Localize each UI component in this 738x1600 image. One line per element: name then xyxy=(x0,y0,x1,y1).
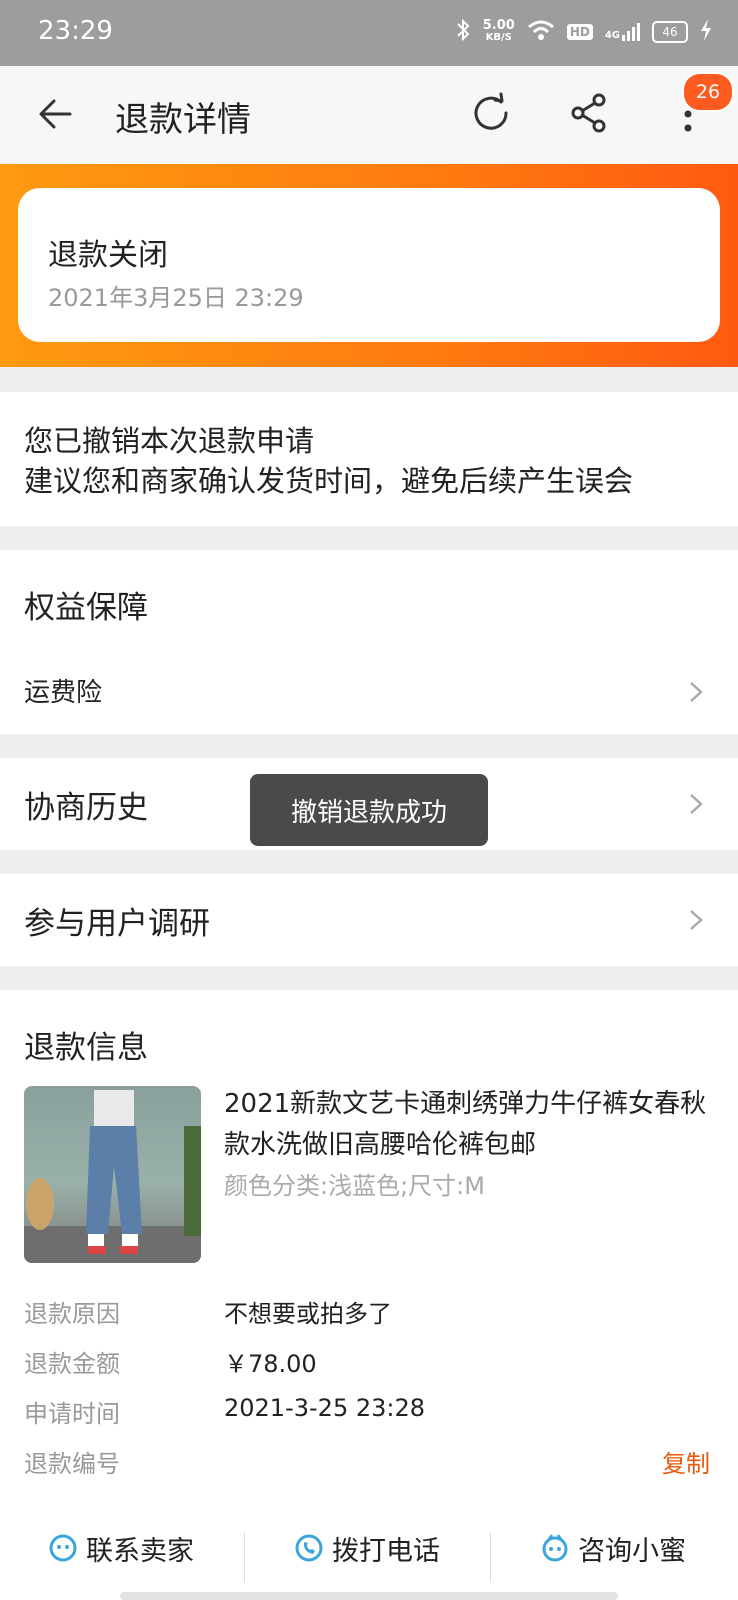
chevron-right-icon xyxy=(690,682,703,702)
status-time: 23:29 xyxy=(38,16,113,46)
refund-reason-label: 退款原因 xyxy=(24,1300,120,1328)
bluetooth-icon xyxy=(455,18,471,46)
benefits-section: 权益保障 运费险 xyxy=(0,550,738,734)
signal-icon: 4G xyxy=(605,23,640,41)
notice-section: 您已撤销本次退款申请 建议您和商家确认发货时间，避免后续产生误会 xyxy=(0,392,738,526)
divider xyxy=(490,1532,491,1582)
refund-amount-label: 退款金额 xyxy=(24,1350,120,1378)
refund-status-time: 2021年3月25日 23:29 xyxy=(48,284,304,312)
shipping-insurance-label: 运费险 xyxy=(24,678,103,708)
product-spec: 颜色分类:浅蓝色;尺寸:M xyxy=(224,1172,485,1200)
product-image[interactable] xyxy=(24,1086,201,1263)
apply-time-label: 申请时间 xyxy=(24,1400,120,1428)
chat-face-icon xyxy=(49,1534,77,1562)
page-title: 退款详情 xyxy=(115,100,251,140)
contact-seller-button[interactable]: 联系卖家 xyxy=(48,1522,194,1574)
consult-assistant-button[interactable]: 咨询小蜜 xyxy=(540,1522,686,1574)
history-title: 协商历史 xyxy=(24,790,148,826)
survey-row[interactable]: 参与用户调研 xyxy=(0,874,738,966)
shipping-insurance-row[interactable]: 运费险 xyxy=(0,650,738,734)
call-phone-label: 拨打电话 xyxy=(332,1535,440,1567)
contact-seller-label: 联系卖家 xyxy=(86,1535,194,1567)
phone-icon xyxy=(295,1534,323,1562)
net-speed-value: 5.00 xyxy=(482,18,515,33)
refund-status-title: 退款关闭 xyxy=(48,238,168,273)
signal-type: 4G xyxy=(604,30,620,41)
call-phone-button[interactable]: 拨打电话 xyxy=(294,1522,440,1574)
refresh-icon[interactable] xyxy=(468,90,514,136)
toast-message: 撤销退款成功 xyxy=(250,774,488,846)
bottom-action-bar: 联系卖家 拨打电话 咨询小蜜 xyxy=(0,1512,738,1600)
notice-line-2: 建议您和商家确认发货时间，避免后续产生误会 xyxy=(24,464,634,498)
hd-badge: HD xyxy=(566,24,593,40)
notice-line-1: 您已撤销本次退款申请 xyxy=(24,424,315,458)
survey-title: 参与用户调研 xyxy=(24,906,210,942)
status-icons: 5.00 KB/S HD 4G 46 xyxy=(455,18,712,46)
chevron-right-icon xyxy=(690,794,703,814)
refund-amount-value: ￥78.00 xyxy=(224,1350,317,1378)
wifi-icon xyxy=(527,19,555,45)
product-title[interactable]: 2021新款文艺卡通刺绣弹力牛仔裤女春秋款水洗做旧高腰哈伦裤包邮 xyxy=(224,1084,714,1166)
net-speed: 5.00 KB/S xyxy=(482,18,515,44)
status-bar: 23:29 5.00 KB/S HD 4G 46 xyxy=(0,0,738,66)
apply-time-value: 2021-3-25 23:28 xyxy=(224,1394,425,1422)
net-speed-unit: KB/S xyxy=(485,32,512,43)
assistant-icon xyxy=(542,1534,568,1562)
home-indicator xyxy=(120,1592,618,1600)
refund-reason-value: 不想要或拍多了 xyxy=(224,1300,392,1328)
notification-badge: 26 xyxy=(682,72,734,112)
benefits-title: 权益保障 xyxy=(24,590,148,626)
copy-button[interactable]: 复制 xyxy=(662,1444,710,1479)
battery-icon: 46 xyxy=(652,21,688,43)
consult-assistant-label: 咨询小蜜 xyxy=(578,1535,686,1567)
charging-icon xyxy=(700,19,712,45)
share-icon[interactable] xyxy=(566,90,612,136)
chevron-right-icon xyxy=(690,910,703,930)
status-banner: 退款关闭 2021年3月25日 23:29 xyxy=(0,164,738,367)
refund-number-label: 退款编号 xyxy=(24,1450,120,1478)
refund-info-title: 退款信息 xyxy=(24,1030,148,1066)
nav-bar: 退款详情 26 xyxy=(0,66,738,164)
back-arrow-icon[interactable] xyxy=(36,92,80,136)
divider xyxy=(244,1532,245,1582)
refund-status-card: 退款关闭 2021年3月25日 23:29 xyxy=(18,188,720,342)
